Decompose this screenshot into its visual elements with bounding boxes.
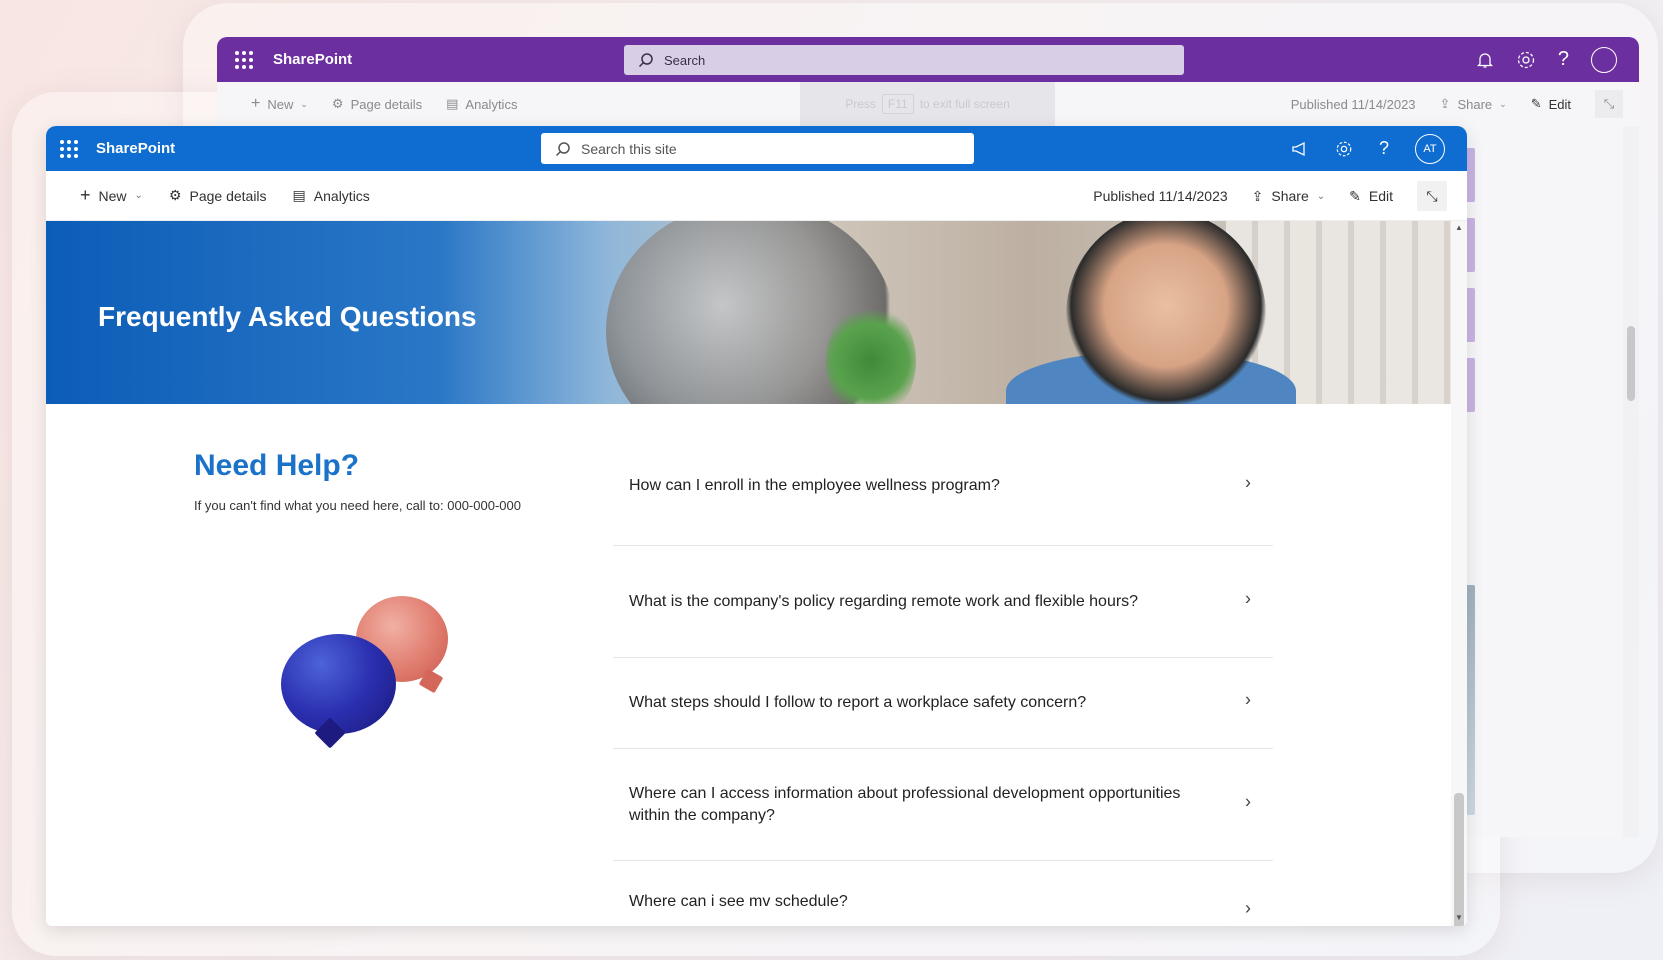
help-icon[interactable]: ? (1379, 138, 1389, 159)
back-search-placeholder: Search (664, 52, 706, 68)
analytics-label: Analytics (313, 187, 370, 204)
chevron-down-icon: ⌄ (300, 98, 308, 109)
analytics-icon: ▤ (446, 96, 459, 111)
search-icon (555, 141, 570, 156)
faq-question: What is the company's policy regarding r… (629, 592, 1139, 610)
share-button[interactable]: ⇪ Share ⌄ (1252, 188, 1325, 205)
chevron-right-icon: › (1245, 898, 1251, 918)
front-window: SharePoint Search this site ? AT + New ⌄… (46, 126, 1467, 926)
share-label: Share (1271, 188, 1309, 204)
page-title: Frequently Asked Questions (98, 301, 477, 332)
page-details-button[interactable]: ⚙ Page details (169, 187, 267, 204)
app-launcher-icon[interactable] (235, 50, 253, 69)
back-edit-button[interactable]: ✎ Edit (1531, 96, 1571, 112)
faq-item[interactable]: What is the company's policy regarding r… (613, 546, 1273, 658)
hero-banner: Frequently Asked Questions (46, 221, 1451, 404)
site-search-input[interactable]: Search this site (541, 133, 974, 164)
back-analytics-label: Analytics (465, 96, 518, 112)
page-details-label: Page details (189, 187, 267, 204)
back-search-box[interactable]: Search (624, 45, 1184, 75)
scroll-down-icon[interactable]: ▼ (1455, 913, 1463, 922)
share-icon: ⇪ (1251, 187, 1264, 204)
chevron-right-icon: › (1245, 689, 1251, 710)
analytics-icon: ▤ (292, 187, 306, 203)
back-side-strip (1466, 585, 1475, 815)
faq-item[interactable]: How can I enroll in the employee wellnes… (613, 426, 1273, 546)
back-suite-bar: SharePoint Search ? (217, 37, 1639, 82)
help-icon[interactable]: ? (1558, 48, 1569, 71)
chevron-down-icon: ⌄ (134, 190, 143, 201)
notification-bell-icon[interactable] (1476, 51, 1494, 69)
collapse-icon[interactable]: ⤡ (1417, 181, 1447, 211)
chevron-right-icon: › (1245, 791, 1251, 812)
back-new-button[interactable]: + New ⌄ (251, 95, 308, 113)
command-bar: + New ⌄ ⚙ Page details ▤ Analytics Publi… (46, 171, 1467, 221)
plus-icon: + (80, 185, 91, 205)
edit-button[interactable]: ✎ Edit (1349, 188, 1393, 205)
hint-rest: to exit full screen (919, 97, 1010, 111)
edit-label: Edit (1368, 188, 1393, 204)
back-page-details-button[interactable]: ⚙ Page details (332, 96, 422, 112)
back-share-label: Share (1457, 96, 1493, 112)
help-text: If you can't find what you need here, ca… (194, 498, 521, 513)
gear-icon: ⚙ (331, 96, 344, 111)
faq-item[interactable]: Where can I access information about pro… (613, 749, 1273, 861)
chat-bubble-blue (281, 634, 396, 734)
back-edit-label: Edit (1548, 96, 1571, 112)
hint-press: Press (845, 97, 876, 111)
gear-icon[interactable] (1516, 50, 1536, 70)
chevron-down-icon: ⌄ (1499, 98, 1507, 109)
site-search-placeholder: Search this site (581, 140, 677, 157)
hero-photo-plant (826, 301, 916, 404)
hint-key: F11 (881, 94, 914, 114)
app-launcher-icon[interactable] (60, 139, 78, 158)
gear-icon: ⚙ (168, 187, 182, 203)
scroll-thumb[interactable] (1454, 793, 1464, 926)
page-scrollbar[interactable]: ▲ ▼ (1451, 221, 1467, 926)
plus-icon: + (251, 95, 261, 112)
new-label: New (98, 187, 127, 204)
back-command-bar: + New ⌄ ⚙ Page details ▤ Analytics Press… (217, 82, 1639, 126)
back-analytics-button[interactable]: ▤ Analytics (446, 96, 517, 112)
chevron-down-icon: ⌄ (1316, 190, 1326, 202)
avatar[interactable] (1591, 46, 1617, 73)
front-app-name[interactable]: SharePoint (96, 140, 175, 157)
help-title: Need Help? (194, 449, 360, 482)
search-icon (638, 53, 653, 68)
faq-question: Where can i see mv schedule? (629, 893, 848, 910)
new-button[interactable]: + New ⌄ (80, 185, 143, 206)
pencil-icon: ✎ (1530, 96, 1542, 111)
published-date: Published 11/14/2023 (1093, 188, 1228, 204)
back-new-label: New (267, 96, 294, 112)
fullscreen-hint: Press F11 to exit full screen (800, 82, 1055, 126)
back-page-details-label: Page details (350, 96, 423, 112)
megaphone-icon[interactable] (1291, 140, 1309, 158)
faq-question: What steps should I follow to report a w… (629, 694, 1087, 711)
back-app-name[interactable]: SharePoint (273, 51, 352, 68)
faq-list: How can I enroll in the employee wellnes… (613, 426, 1273, 926)
hero-photo-nurse (1066, 221, 1266, 404)
share-icon: ⇪ (1439, 96, 1451, 111)
faq-item[interactable]: Where can i see mv schedule? › (613, 861, 1273, 926)
gear-icon[interactable] (1335, 140, 1353, 158)
back-side-tabs (1466, 148, 1475, 428)
chat-bubbles-illustration (281, 596, 451, 746)
pencil-icon: ✎ (1349, 187, 1361, 204)
faq-question: Where can I access information about pro… (629, 784, 1181, 824)
chevron-right-icon: › (1245, 588, 1251, 609)
back-scrollbar[interactable] (1623, 126, 1639, 837)
faq-item[interactable]: What steps should I follow to report a w… (613, 658, 1273, 749)
back-published-date: Published 11/14/2023 (1290, 96, 1416, 112)
chevron-right-icon: › (1245, 472, 1251, 493)
collapse-icon[interactable]: ⤡ (1595, 90, 1623, 118)
analytics-button[interactable]: ▤ Analytics (293, 187, 370, 204)
scroll-up-icon[interactable]: ▲ (1455, 223, 1463, 232)
front-suite-bar: SharePoint Search this site ? AT (46, 126, 1467, 171)
faq-question: How can I enroll in the employee wellnes… (629, 476, 1000, 494)
avatar[interactable]: AT (1415, 133, 1445, 164)
back-share-button[interactable]: ⇪ Share ⌄ (1440, 96, 1507, 112)
